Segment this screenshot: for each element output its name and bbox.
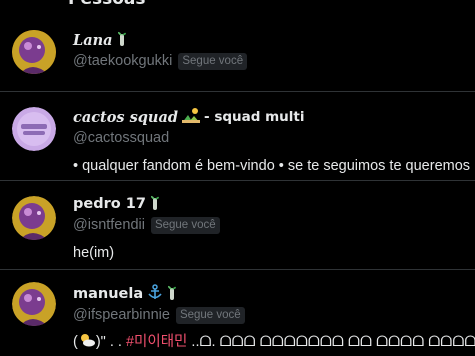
user-handle[interactable]: @isntfendii xyxy=(73,217,145,233)
seedling-icon xyxy=(167,284,177,304)
avatar[interactable] xyxy=(12,107,56,151)
user-row-pedro[interactable]: pedro 17 @isntfendii Segue você he(im) xyxy=(0,181,475,270)
who-to-follow-list: Pessoas Lana @taekookgukki Segue voc xyxy=(0,0,475,356)
bio-suffix: )" . . xyxy=(95,334,126,350)
anchor-icon xyxy=(147,284,163,304)
follows-you-badge: Segue você xyxy=(178,52,248,70)
user-bio: ()" . . #미이태민 ..ᗝ. ᗝᗝᗝ ᗝᗝᗝᗝᗝᗝᗝ ᗝᗝ ᗝᗝᗝᗝ ᗝ… xyxy=(73,330,475,351)
avatar[interactable] xyxy=(12,196,56,240)
bio-hashtag[interactable]: #미이태민 xyxy=(126,334,187,350)
display-name[interactable]: pedro 17 xyxy=(73,196,146,212)
section-title: Pessoas xyxy=(0,0,475,10)
desert-icon xyxy=(182,107,201,127)
display-name-suffix: - squad multi xyxy=(204,109,305,125)
bio-rest: ..ᗝ. ᗝᗝᗝ ᗝᗝᗝᗝᗝᗝᗝ ᗝᗝ ᗝᗝᗝᗝ ᗝᗝᗝᗝᗝᗝ xyxy=(187,334,475,350)
avatar[interactable] xyxy=(12,30,56,74)
user-handle[interactable]: @ifspearbinnie xyxy=(73,307,170,323)
seedling-icon xyxy=(150,194,160,214)
display-name[interactable]: cactos squad xyxy=(73,109,178,126)
display-name[interactable]: manuela xyxy=(73,286,143,302)
user-row-cactos-squad[interactable]: cactos squad - squad multi @cactossquad … xyxy=(0,92,475,181)
user-row-lana[interactable]: Lana @taekookgukki Segue você xyxy=(0,10,475,92)
sun-behind-cloud-icon xyxy=(78,333,96,351)
seedling-icon xyxy=(117,30,127,50)
user-bio: he(im) xyxy=(73,245,115,261)
user-handle[interactable]: @cactossquad xyxy=(73,130,169,146)
avatar[interactable] xyxy=(12,282,56,326)
follows-you-badge: Segue você xyxy=(150,216,220,234)
user-row-manuela[interactable]: manuela @ifspearbinnie Segue você ()" . … xyxy=(0,270,475,356)
user-bio: • qualquer fandom é bem-vindo • se te se… xyxy=(73,158,471,174)
follows-you-badge: Segue você xyxy=(175,306,245,324)
user-handle[interactable]: @taekookgukki xyxy=(73,53,172,69)
display-name[interactable]: Lana xyxy=(73,32,113,49)
